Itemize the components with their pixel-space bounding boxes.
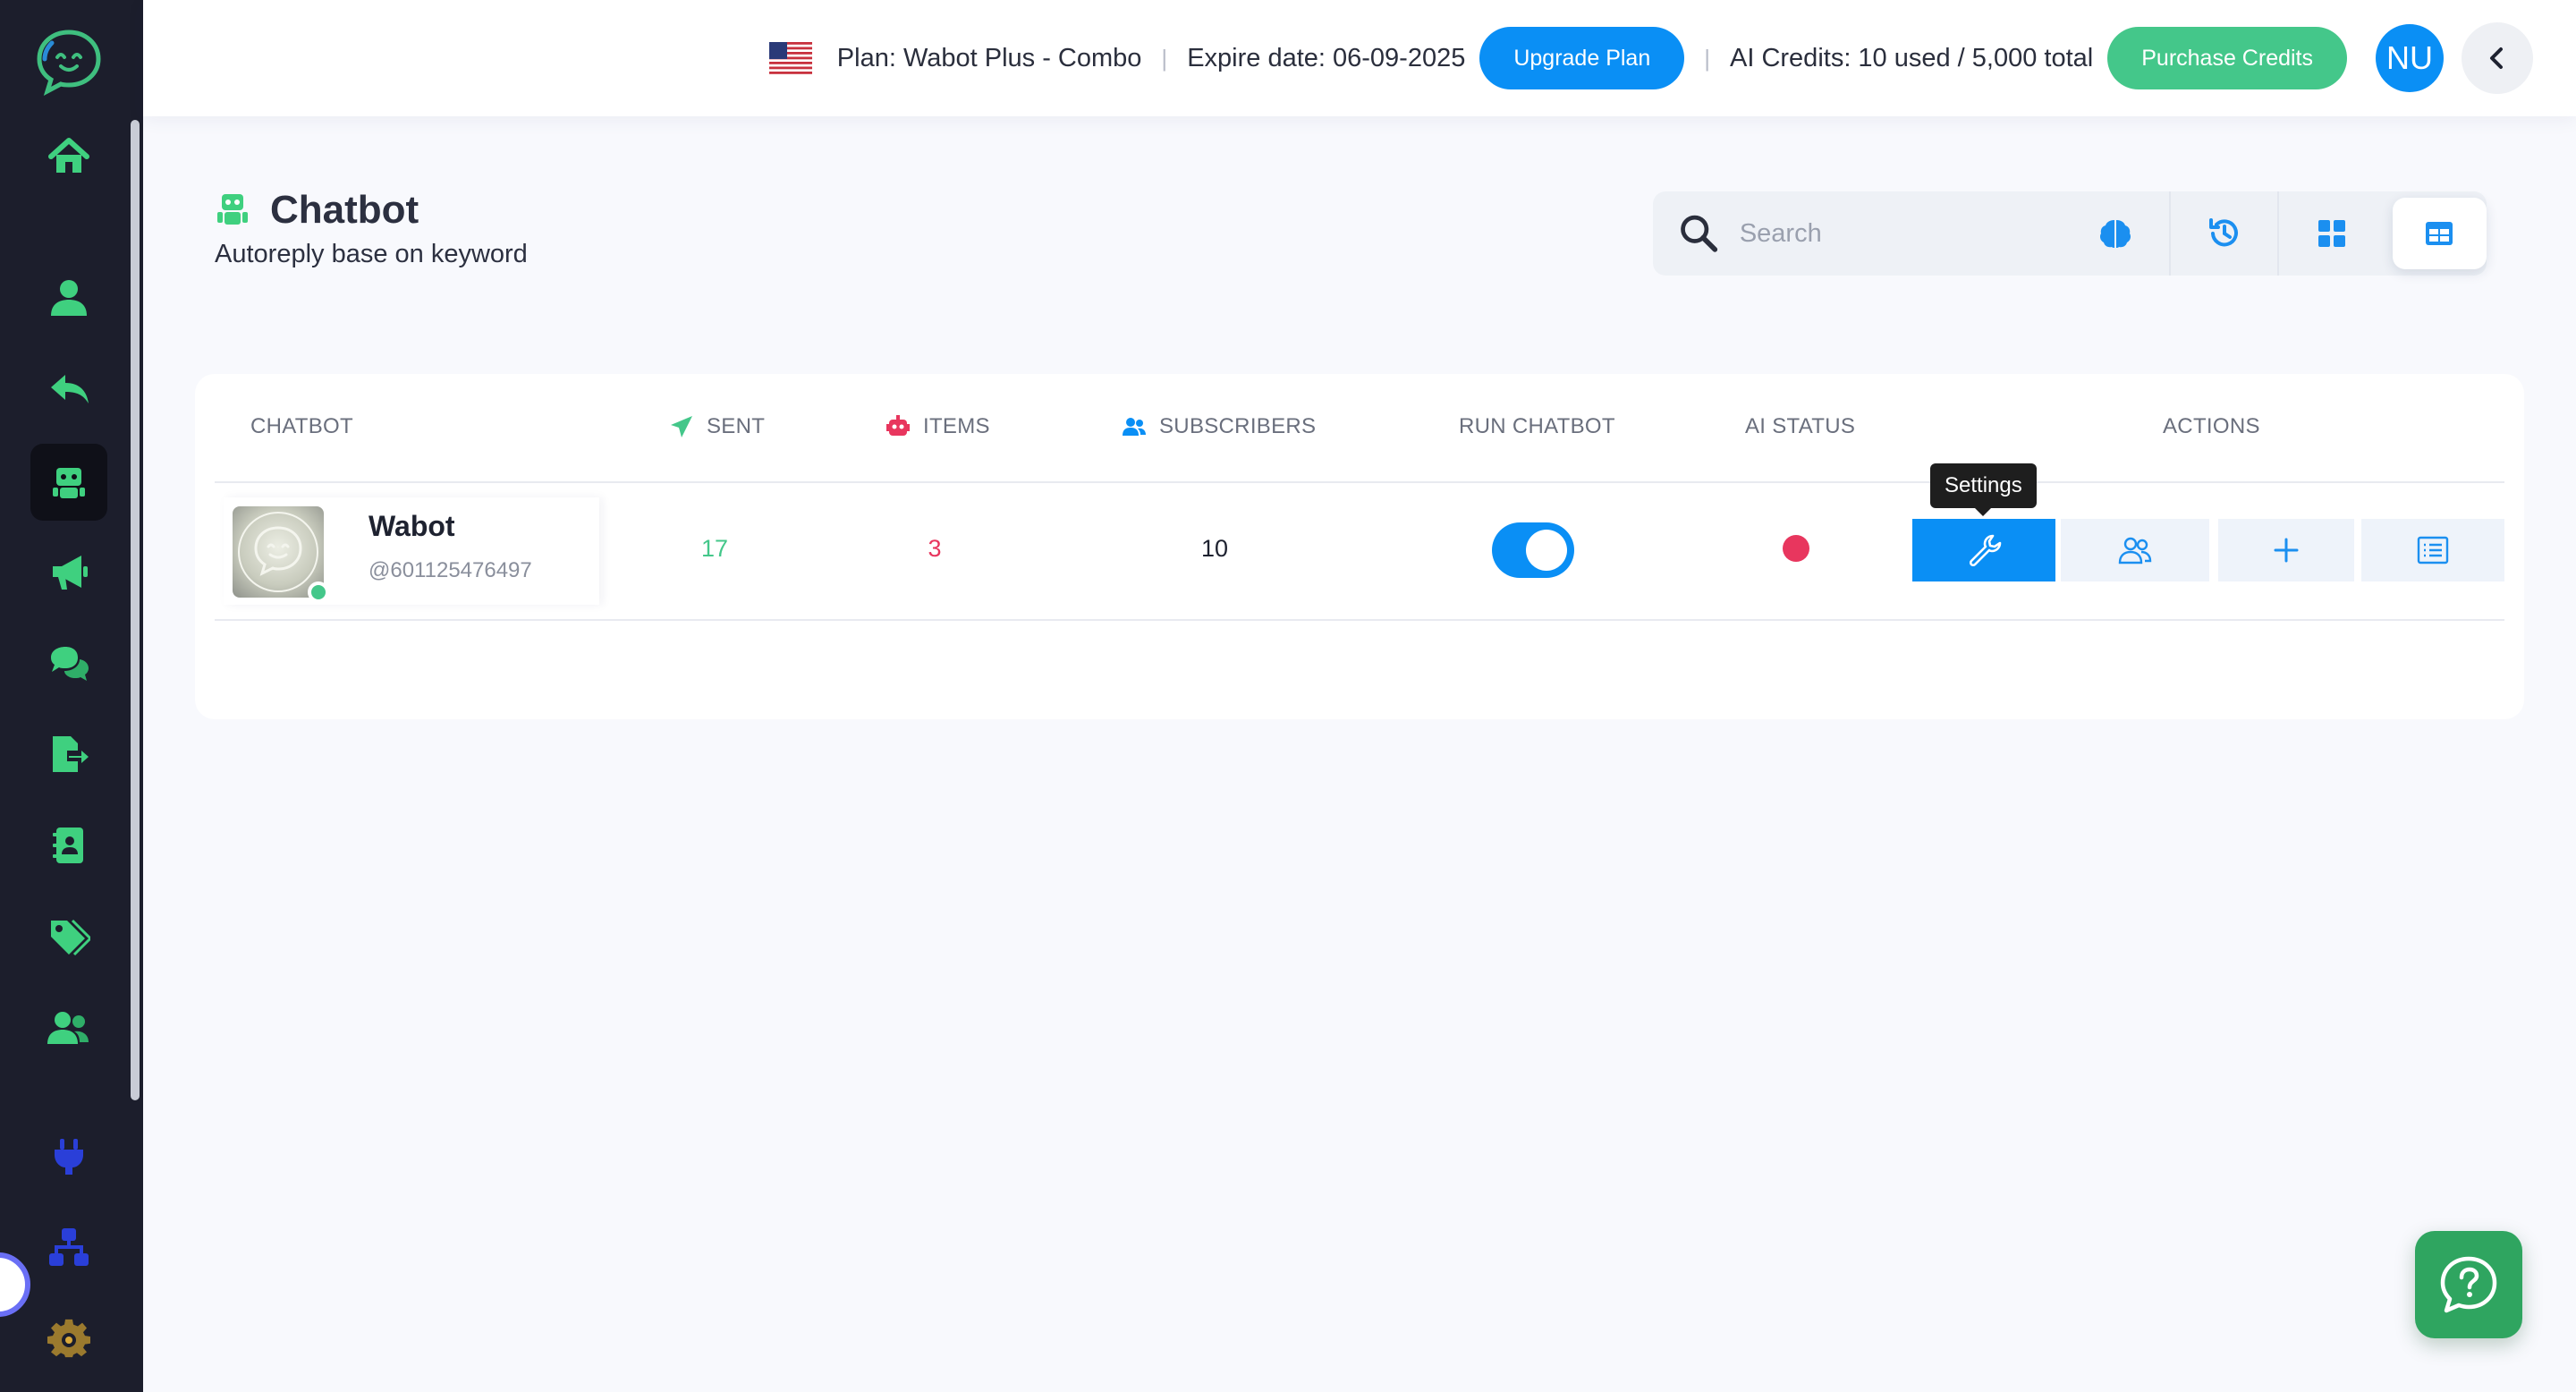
plug-icon bbox=[55, 1139, 83, 1175]
help-question-icon bbox=[2440, 1256, 2497, 1313]
list-items-button[interactable] bbox=[2361, 519, 2504, 581]
header-separator: | bbox=[1704, 44, 1710, 72]
ai-status-indicator bbox=[1783, 535, 1809, 562]
search-toolbar bbox=[1653, 191, 2487, 276]
sidebar bbox=[0, 0, 143, 1392]
help-chat-button[interactable] bbox=[2415, 1231, 2522, 1338]
brain-icon bbox=[2100, 220, 2131, 248]
top-bar-content: Plan: Wabot Plus - Combo | Expire date: … bbox=[768, 22, 2533, 94]
sidebar-item-settings[interactable] bbox=[30, 1301, 107, 1378]
user-avatar[interactable]: NU bbox=[2376, 24, 2444, 92]
column-header-actions: ACTIONS bbox=[2163, 414, 2260, 438]
chatbot-table-card: CHATBOT SENT ITEMS SUBSCRIBERS RUN CHATB… bbox=[195, 374, 2524, 719]
sidebar-item-export[interactable] bbox=[30, 716, 107, 793]
column-header-run-chatbot: RUN CHATBOT bbox=[1459, 414, 1615, 438]
page-heading: Chatbot Autoreply base on keyword bbox=[215, 188, 528, 269]
column-header-subscribers-label: SUBSCRIBERS bbox=[1159, 414, 1317, 438]
ai-brain-button[interactable] bbox=[2062, 191, 2170, 276]
chat-icon bbox=[51, 647, 89, 681]
settings-tooltip: Settings bbox=[1930, 463, 2037, 516]
wrench-icon bbox=[1969, 534, 2002, 567]
column-header-items-label: ITEMS bbox=[923, 414, 990, 438]
chatbot-name: Wabot bbox=[369, 510, 455, 542]
search-icon[interactable] bbox=[1676, 209, 1722, 258]
sitemap-icon bbox=[49, 1228, 89, 1266]
tags-icon bbox=[51, 919, 90, 956]
us-flag-icon[interactable] bbox=[768, 42, 812, 74]
list-icon bbox=[2417, 536, 2449, 564]
sidebar-item-replies[interactable] bbox=[30, 351, 107, 428]
column-header-items: ITEMS bbox=[886, 414, 990, 439]
add-item-button[interactable] bbox=[2218, 519, 2354, 581]
toggle-knob bbox=[1526, 530, 1567, 571]
reply-icon bbox=[51, 375, 89, 403]
expire-date-label: Expire date: 06-09-2025 bbox=[1187, 43, 1466, 72]
sidebar-item-contacts[interactable] bbox=[30, 807, 107, 884]
subscribers-button[interactable] bbox=[2061, 519, 2209, 581]
sent-count: 17 bbox=[700, 535, 729, 562]
team-icon bbox=[47, 1012, 89, 1044]
sidebar-item-profile[interactable] bbox=[30, 259, 107, 336]
collapse-sidebar-button[interactable] bbox=[2462, 22, 2533, 94]
row-divider bbox=[215, 619, 2504, 621]
sidebar-item-flows[interactable] bbox=[30, 1210, 107, 1286]
column-header-ai-status: AI STATUS bbox=[1745, 414, 1856, 438]
sidebar-item-home[interactable] bbox=[30, 118, 107, 195]
megaphone-icon bbox=[53, 556, 88, 590]
send-icon bbox=[671, 416, 692, 437]
column-header-chatbot: CHATBOT bbox=[250, 414, 353, 438]
table-icon bbox=[2426, 222, 2453, 245]
items-count: 3 bbox=[928, 535, 942, 562]
export-icon bbox=[53, 736, 89, 772]
ai-credits-label: AI Credits: 10 used / 5,000 total bbox=[1730, 43, 2094, 72]
robot-icon bbox=[886, 415, 910, 436]
grid-view-button[interactable] bbox=[2276, 191, 2385, 276]
contact-book-icon bbox=[53, 828, 83, 863]
purchase-credits-button[interactable]: Purchase Credits bbox=[2107, 27, 2347, 89]
users-icon bbox=[2118, 537, 2152, 564]
robot-icon bbox=[217, 194, 248, 225]
sidebar-item-tags[interactable] bbox=[30, 898, 107, 975]
column-header-subscribers: SUBSCRIBERS bbox=[1122, 414, 1316, 439]
table-view-button[interactable] bbox=[2392, 198, 2487, 269]
home-icon bbox=[48, 138, 89, 173]
app-logo[interactable] bbox=[34, 27, 104, 97]
sidebar-item-chats[interactable] bbox=[30, 624, 107, 701]
sidebar-item-team[interactable] bbox=[30, 989, 107, 1066]
user-icon bbox=[51, 280, 87, 316]
column-header-sent: SENT bbox=[669, 414, 765, 439]
page-title: Chatbot bbox=[270, 188, 419, 232]
chevron-left-icon bbox=[2490, 47, 2503, 69]
floating-ring-widget[interactable] bbox=[0, 1252, 30, 1317]
grid-icon bbox=[2318, 220, 2346, 247]
online-status-dot bbox=[308, 581, 329, 603]
sidebar-item-integrations[interactable] bbox=[30, 1118, 107, 1195]
upgrade-plan-button[interactable]: Upgrade Plan bbox=[1479, 27, 1685, 89]
logo-chat-icon bbox=[37, 30, 101, 97]
search-input[interactable] bbox=[1739, 218, 2062, 249]
history-button[interactable] bbox=[2169, 191, 2277, 276]
sidebar-item-broadcast[interactable] bbox=[30, 533, 107, 610]
chatbot-handle: @601125476497 bbox=[369, 558, 532, 582]
sidebar-item-chatbot[interactable] bbox=[30, 444, 107, 521]
header-separator: | bbox=[1161, 44, 1168, 72]
settings-button[interactable] bbox=[1912, 519, 2055, 581]
header-divider bbox=[215, 481, 2504, 483]
top-bar: Plan: Wabot Plus - Combo | Expire date: … bbox=[143, 0, 2576, 116]
subscribers-count: 10 bbox=[1200, 535, 1229, 562]
users-icon bbox=[1123, 418, 1146, 436]
page-subtitle: Autoreply base on keyword bbox=[215, 240, 528, 268]
run-chatbot-toggle[interactable] bbox=[1492, 522, 1574, 578]
plan-label: Plan: Wabot Plus - Combo bbox=[836, 43, 1142, 72]
gear-icon bbox=[47, 1319, 90, 1358]
robot-icon bbox=[53, 468, 85, 498]
plus-icon bbox=[2274, 538, 2299, 563]
column-header-sent-label: SENT bbox=[707, 414, 766, 438]
history-icon bbox=[2208, 218, 2238, 247]
sidebar-scrollbar[interactable] bbox=[131, 120, 140, 1100]
chatbot-cell[interactable]: Wabot @601125476497 bbox=[224, 497, 599, 605]
